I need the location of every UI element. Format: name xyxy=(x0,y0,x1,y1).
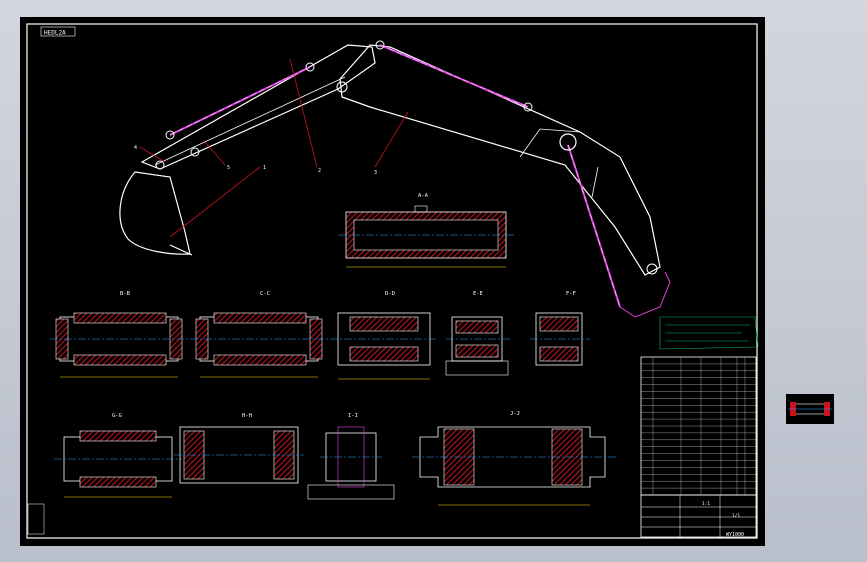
section-label: F-F xyxy=(566,291,576,297)
section-label: E-E xyxy=(473,291,483,297)
title-block-drawing-no: WY1000 xyxy=(726,532,744,538)
joint-views: B-B C-C D-D E-E F-F G-G H-H I-I J-J xyxy=(50,291,616,506)
bucket-outline xyxy=(119,171,191,255)
leader-number: 2 xyxy=(318,168,321,174)
pivot-pin xyxy=(155,160,165,170)
base-mount xyxy=(619,271,671,318)
joint-view-d: D-D xyxy=(330,291,438,380)
section-label: J-J xyxy=(510,411,520,417)
joint-view-b: B-B xyxy=(50,291,190,378)
title-block: 1:1 1/1 WY1000 xyxy=(640,494,757,538)
drawing-sheet: HEDL2A 1 2 3 4 5 A-A B-B C-C D-D E-E F-F… xyxy=(20,17,765,546)
drawing-frame xyxy=(26,23,758,539)
viewport-thumbnail[interactable] xyxy=(786,394,834,424)
cad-canvas: HEDL2A 1 2 3 4 5 A-A B-B C-C D-D E-E F-F… xyxy=(26,23,759,539)
section-label: C-C xyxy=(260,291,270,297)
leader-number: 4 xyxy=(134,145,137,151)
joint-view-f: F-F xyxy=(530,291,590,366)
joint-view-c: C-C xyxy=(190,291,330,378)
joint-view-j: J-J xyxy=(412,411,616,506)
grease-fitting xyxy=(414,205,428,213)
section-label: I-I xyxy=(348,413,358,419)
leader-number: 5 xyxy=(227,165,230,171)
leader-number: 3 xyxy=(374,170,377,176)
title-block-scale: 1:1 xyxy=(702,501,710,507)
stick-tube-section: A-A xyxy=(338,193,514,268)
joint-view-g: G-G xyxy=(54,413,182,498)
boom-stiffener xyxy=(591,166,599,198)
side-revision-block xyxy=(27,503,45,535)
arm-assembly: 1 2 3 4 5 xyxy=(119,40,759,350)
stick-inner-edge xyxy=(154,76,346,166)
joint-view-e: E-E xyxy=(445,291,510,376)
leader-line xyxy=(374,111,409,168)
drawing-viewport[interactable]: HEDL2A 1 2 3 4 5 A-A B-B C-C D-D E-E F-F… xyxy=(0,0,867,562)
title-tag: HEDL2A xyxy=(44,30,66,37)
leader-line xyxy=(289,58,318,168)
parts-list xyxy=(640,356,757,496)
section-label: A-A xyxy=(418,193,429,199)
stick-outline xyxy=(140,44,376,170)
pivot-pin xyxy=(336,81,348,93)
section-label: G-G xyxy=(112,413,122,419)
leader-number: 1 xyxy=(263,165,266,171)
leader-line xyxy=(204,141,226,166)
leader-line xyxy=(139,146,166,163)
joint-view-i: I-I xyxy=(307,413,395,500)
joint-view-h: H-H xyxy=(174,413,304,484)
section-label: B-B xyxy=(120,291,131,297)
title-block-sheet: 1/1 xyxy=(732,513,740,519)
leader-line xyxy=(169,166,261,238)
section-label: D-D xyxy=(385,291,395,297)
base-annotation xyxy=(659,316,759,350)
section-label: H-H xyxy=(242,413,252,419)
